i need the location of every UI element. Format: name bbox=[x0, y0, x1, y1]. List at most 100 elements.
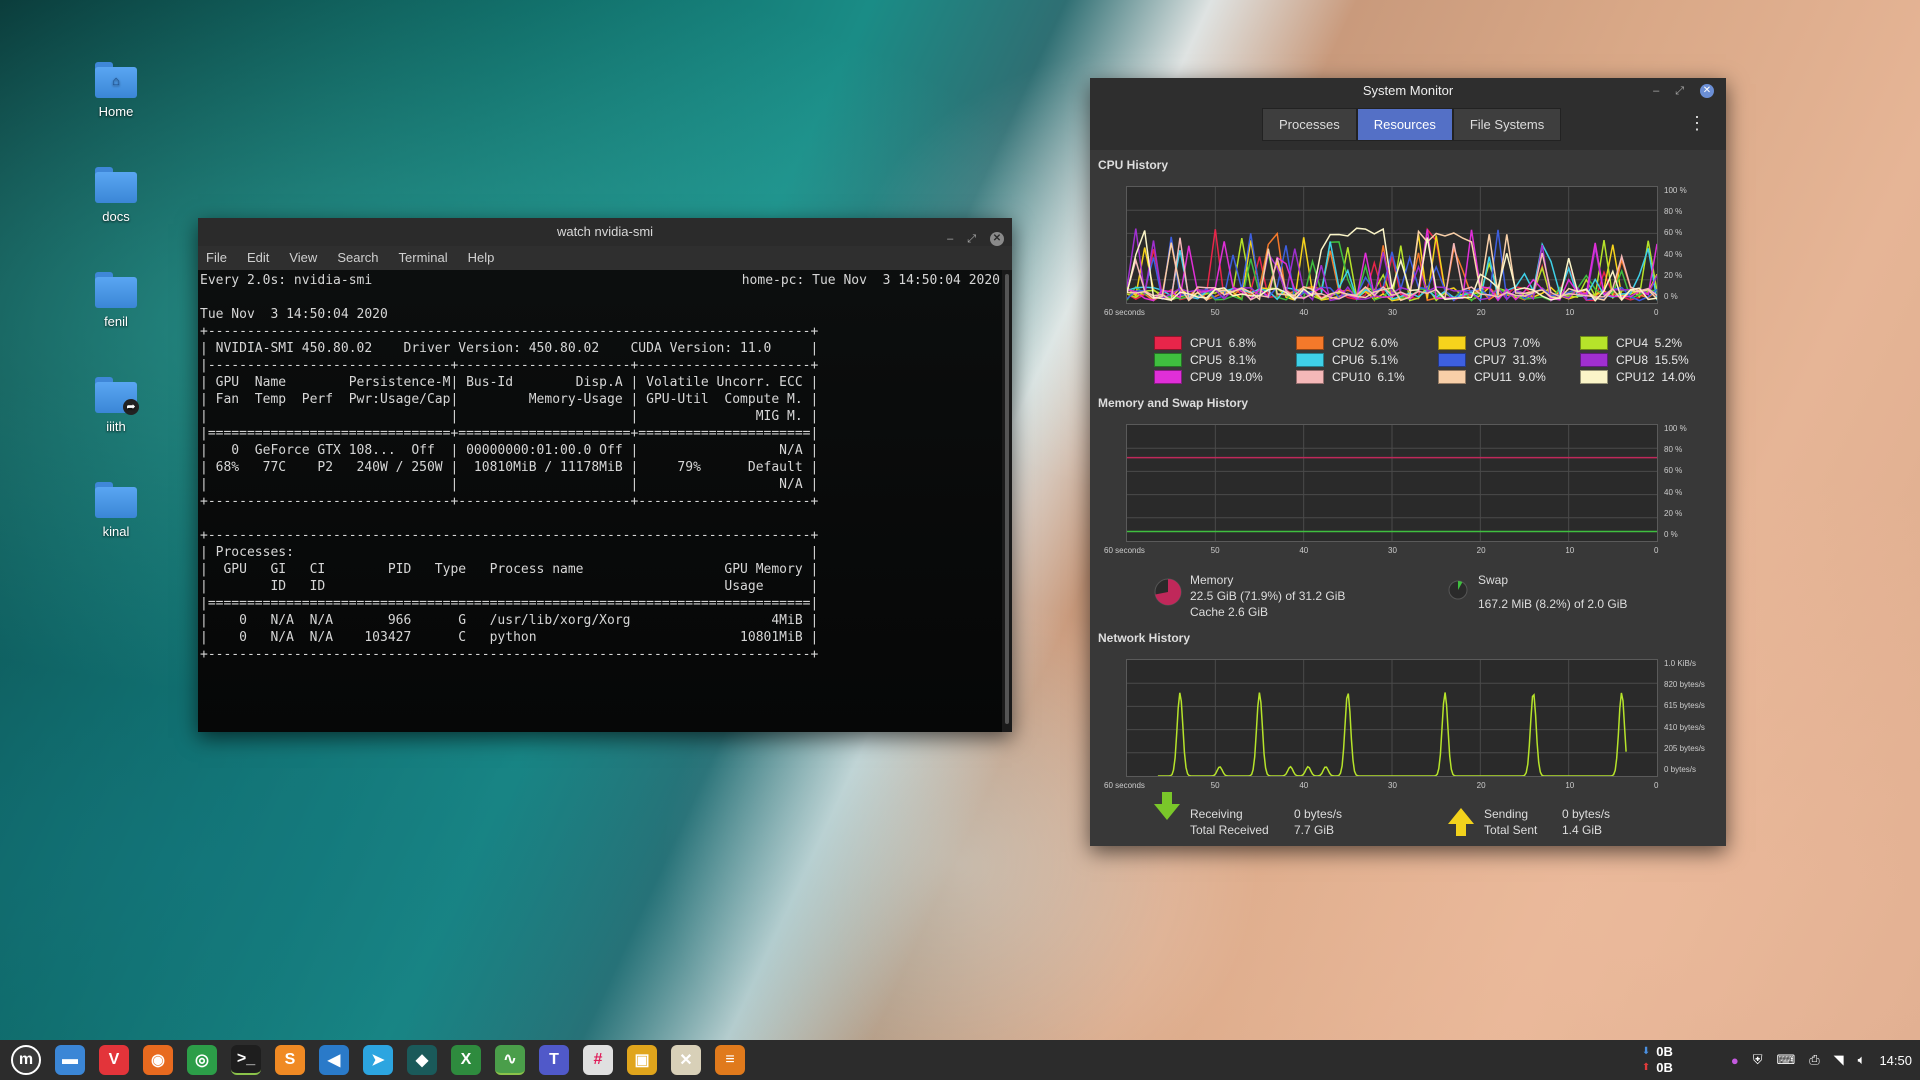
close-icon[interactable]: ✕ bbox=[990, 232, 1004, 246]
spreadsheet-icon[interactable]: X bbox=[451, 1045, 481, 1075]
folder-icon bbox=[95, 482, 137, 518]
menu-edit[interactable]: Edit bbox=[247, 246, 269, 270]
cpu-legend-item[interactable]: CPU7 31.3% bbox=[1438, 351, 1580, 368]
desktop-icon-fenil[interactable]: fenil bbox=[86, 272, 146, 329]
minimize-icon[interactable]: – bbox=[1653, 85, 1659, 97]
tab-file-systems[interactable]: File Systems bbox=[1452, 108, 1562, 141]
color-swatch[interactable] bbox=[1580, 352, 1608, 367]
kebab-menu-icon[interactable]: ⋮ bbox=[1688, 114, 1706, 132]
y-tick-label: 100 % bbox=[1664, 186, 1687, 195]
color-swatch[interactable] bbox=[1438, 369, 1466, 384]
cpu-legend: CPU1 6.8% CPU2 6.0% CPU3 7.0% CPU4 5.2% CPU5… bbox=[1154, 334, 1714, 385]
color-swatch[interactable] bbox=[1580, 369, 1608, 384]
cpu-legend-item[interactable]: CPU12 14.0% bbox=[1580, 368, 1722, 385]
cpu-history-graph bbox=[1126, 186, 1658, 304]
cpu-legend-item[interactable]: CPU9 19.0% bbox=[1154, 368, 1296, 385]
watch-host-time: home-pc: Tue Nov 3 14:50:04 2020 bbox=[741, 273, 1000, 288]
maximize-icon[interactable]: ⤢ bbox=[967, 225, 976, 253]
keyboard-icon[interactable]: ⌨ bbox=[1776, 1052, 1795, 1068]
x-tick-label: 30 bbox=[1388, 781, 1397, 790]
chrome-icon[interactable]: ◎ bbox=[187, 1045, 217, 1075]
cpu-legend-item[interactable]: CPU10 6.1% bbox=[1296, 368, 1438, 385]
sysmon-tabs: Processes Resources File Systems bbox=[1262, 108, 1562, 141]
cpu-legend-item[interactable]: CPU8 15.5% bbox=[1580, 351, 1722, 368]
color-swatch[interactable] bbox=[1154, 369, 1182, 384]
menu-help[interactable]: Help bbox=[468, 246, 495, 270]
close-icon[interactable]: ✕ bbox=[1700, 84, 1714, 98]
telegram-icon[interactable]: ➤ bbox=[363, 1045, 393, 1075]
sysmon-title: System Monitor bbox=[1362, 83, 1454, 98]
sublime-icon[interactable]: S bbox=[275, 1045, 305, 1075]
clock[interactable]: 14:50 bbox=[1879, 1053, 1912, 1068]
color-swatch[interactable] bbox=[1438, 335, 1466, 350]
memory-used: 22.5 GiB (71.9%) of 31.2 GiB bbox=[1190, 589, 1346, 603]
y-tick-label: 80 % bbox=[1664, 445, 1683, 455]
volume-icon[interactable]: 🔈︎ bbox=[1858, 1052, 1866, 1068]
menu-file[interactable]: File bbox=[206, 246, 227, 270]
desktop-icon-iiith[interactable]: ➦ iiith bbox=[86, 377, 146, 434]
x-app-icon[interactable]: ✕ bbox=[671, 1045, 701, 1075]
slack-icon[interactable]: # bbox=[583, 1045, 613, 1075]
menu-terminal[interactable]: Terminal bbox=[399, 246, 448, 270]
system-monitor-icon[interactable]: ∿ bbox=[495, 1045, 525, 1075]
terminal-menubar: File Edit View Search Terminal Help bbox=[198, 246, 1012, 270]
cpu-legend-item[interactable]: CPU3 7.0% bbox=[1438, 334, 1580, 351]
terminal-titlebar[interactable]: watch nvidia-smi – ⤢ ✕ bbox=[198, 218, 1012, 246]
printer-icon[interactable]: ⎙ bbox=[1809, 1052, 1819, 1068]
cpu-legend-item[interactable]: CPU11 9.0% bbox=[1438, 368, 1580, 385]
cpu-legend-label: CPU9 19.0% bbox=[1190, 369, 1263, 384]
tab-resources[interactable]: Resources bbox=[1356, 108, 1453, 141]
vivaldi-icon[interactable]: V bbox=[99, 1045, 129, 1075]
y-tick-label: 80 % bbox=[1664, 207, 1683, 217]
cpu-legend-item[interactable]: CPU6 5.1% bbox=[1296, 351, 1438, 368]
color-swatch[interactable] bbox=[1580, 335, 1608, 350]
firefox-tray-icon[interactable]: ● bbox=[1731, 1053, 1739, 1068]
color-swatch[interactable] bbox=[1154, 352, 1182, 367]
teams-icon[interactable]: T bbox=[539, 1045, 569, 1075]
wifi-icon[interactable]: ◥ bbox=[1834, 1052, 1844, 1068]
color-swatch[interactable] bbox=[1154, 335, 1182, 350]
cpu-legend-item[interactable]: CPU1 6.8% bbox=[1154, 334, 1296, 351]
tab-processes[interactable]: Processes bbox=[1262, 108, 1357, 141]
menu-view[interactable]: View bbox=[289, 246, 317, 270]
total-sent-value: 1.4 GiB bbox=[1562, 823, 1603, 837]
upload-arrow-icon: ⬆ bbox=[1641, 1062, 1651, 1073]
terminal-window[interactable]: watch nvidia-smi – ⤢ ✕ File Edit View Se… bbox=[198, 218, 1012, 732]
color-swatch[interactable] bbox=[1296, 335, 1324, 350]
color-swatch[interactable] bbox=[1296, 352, 1324, 367]
terminal-output-area[interactable]: Every 2.0s: nvidia-smi home-pc: Tue Nov … bbox=[198, 270, 1002, 732]
desktop-icon-docs[interactable]: docs bbox=[86, 167, 146, 224]
layers-icon[interactable]: ≡ bbox=[715, 1045, 745, 1075]
desktop-icon-home[interactable]: ⌂ Home bbox=[86, 62, 146, 119]
files-icon[interactable]: ▬ bbox=[55, 1045, 85, 1075]
shield-icon[interactable]: ⛨ bbox=[1753, 1052, 1763, 1068]
color-swatch[interactable] bbox=[1296, 369, 1324, 384]
menu-search[interactable]: Search bbox=[337, 246, 378, 270]
firefox-icon[interactable]: ◉ bbox=[143, 1045, 173, 1075]
x-tick-label: 0 bbox=[1654, 546, 1659, 555]
vscode-icon[interactable]: ◀ bbox=[319, 1045, 349, 1075]
memory-cache: Cache 2.6 GiB bbox=[1190, 605, 1269, 619]
cpu-legend-item[interactable]: CPU4 5.2% bbox=[1580, 334, 1722, 351]
system-monitor-window[interactable]: System Monitor – ⤢ ✕ Processes Resources… bbox=[1090, 78, 1726, 846]
window-icon[interactable]: ▣ bbox=[627, 1045, 657, 1075]
maximize-icon[interactable]: ⤢ bbox=[1675, 85, 1684, 98]
network-history-graph bbox=[1126, 659, 1658, 777]
net-down-value: 0B bbox=[1656, 1044, 1673, 1059]
gitkraken-icon[interactable]: ◆ bbox=[407, 1045, 437, 1075]
net-up-value: 0B bbox=[1656, 1060, 1673, 1075]
cpu-chart bbox=[1126, 187, 1658, 303]
desktop-icon-kinal[interactable]: kinal bbox=[86, 482, 146, 539]
watch-header: Every 2.0s: nvidia-smi bbox=[200, 273, 373, 288]
minimize-icon[interactable]: – bbox=[947, 225, 953, 253]
mint-menu-icon[interactable]: m bbox=[11, 1045, 41, 1075]
terminal-icon[interactable]: >_ bbox=[231, 1045, 261, 1075]
y-tick-label: 410 bytes/s bbox=[1664, 722, 1705, 732]
nvidia-smi-output: Tue Nov 3 14:50:04 2020 +---------------… bbox=[200, 307, 819, 662]
cpu-legend-item[interactable]: CPU5 8.1% bbox=[1154, 351, 1296, 368]
terminal-scrollbar[interactable] bbox=[1002, 270, 1012, 732]
x-tick-label: 30 bbox=[1388, 546, 1397, 555]
y-tick-label: 820 bytes/s bbox=[1664, 680, 1705, 690]
color-swatch[interactable] bbox=[1438, 352, 1466, 367]
cpu-legend-item[interactable]: CPU2 6.0% bbox=[1296, 334, 1438, 351]
